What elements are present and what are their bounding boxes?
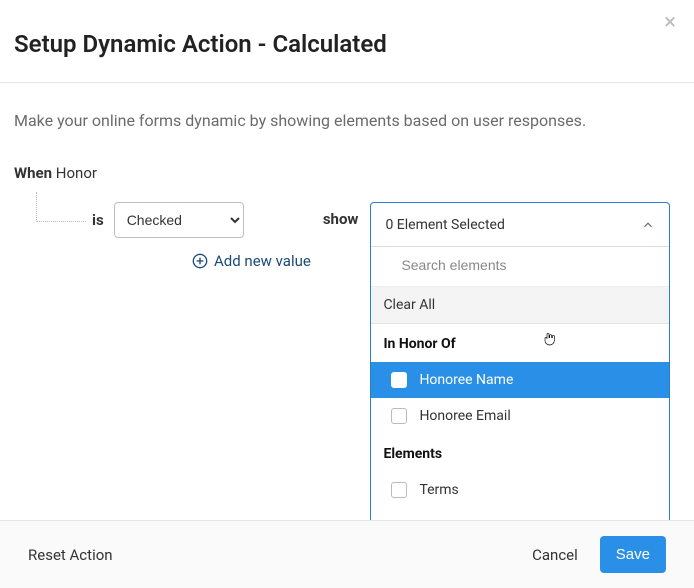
when-field: Honor	[56, 164, 97, 182]
dropdown-summary[interactable]: 0 Element Selected	[371, 203, 669, 247]
is-label: is	[92, 211, 104, 229]
dialog-body: Make your online forms dynamic by showin…	[0, 83, 694, 284]
condition-block: is Checked	[92, 202, 311, 238]
when-row: When Honor	[14, 164, 680, 182]
save-button[interactable]: Save	[600, 536, 666, 573]
checkbox-icon[interactable]	[391, 408, 407, 424]
checkbox-icon[interactable]	[391, 482, 407, 498]
reset-action-button[interactable]: Reset Action	[28, 546, 113, 564]
search-wrap	[371, 247, 669, 287]
tree-connector	[36, 192, 86, 222]
add-new-label: Add new value	[214, 252, 311, 270]
option-honoree-email[interactable]: Honoree Email	[371, 398, 669, 434]
dropdown-summary-text: 0 Element Selected	[385, 217, 504, 233]
chevron-up-icon	[641, 218, 655, 232]
cancel-button[interactable]: Cancel	[532, 546, 578, 564]
show-label: show	[323, 210, 359, 228]
clear-all-button[interactable]: Clear All	[371, 287, 669, 324]
plus-circle-icon	[192, 253, 208, 269]
option-honoree-name[interactable]: Honoree Name	[371, 362, 669, 398]
rule-row: is Checked Add new value show 0 Element …	[14, 202, 680, 270]
footer-right: Cancel Save	[532, 536, 666, 573]
option-label: Honoree Name	[419, 372, 513, 388]
elements-dropdown[interactable]: 0 Element Selected Clear All In Honor Of…	[370, 202, 670, 248]
options-scroll-area[interactable]: In Honor Of Honoree Name Honoree Email E…	[371, 324, 669, 522]
condition-select[interactable]: Checked	[114, 202, 244, 238]
option-label: Terms	[419, 482, 458, 498]
option-label: Honoree Email	[419, 408, 510, 424]
dialog-header: Setup Dynamic Action - Calculated ×	[0, 0, 694, 83]
add-new-value-button[interactable]: Add new value	[192, 252, 311, 270]
intro-text: Make your online forms dynamic by showin…	[14, 111, 680, 130]
dialog-title: Setup Dynamic Action - Calculated	[14, 30, 680, 58]
group-header-elements: Elements	[371, 434, 669, 472]
group-header-in-honor: In Honor Of	[371, 324, 669, 362]
close-icon[interactable]: ×	[664, 10, 676, 35]
search-input[interactable]	[381, 257, 659, 273]
dialog-footer: Reset Action Cancel Save	[0, 520, 694, 588]
option-terms[interactable]: Terms	[371, 472, 669, 508]
dropdown-panel: Clear All In Honor Of Honoree Name Honor…	[370, 247, 670, 523]
when-label: When	[14, 164, 52, 182]
checkbox-icon[interactable]	[391, 372, 407, 388]
